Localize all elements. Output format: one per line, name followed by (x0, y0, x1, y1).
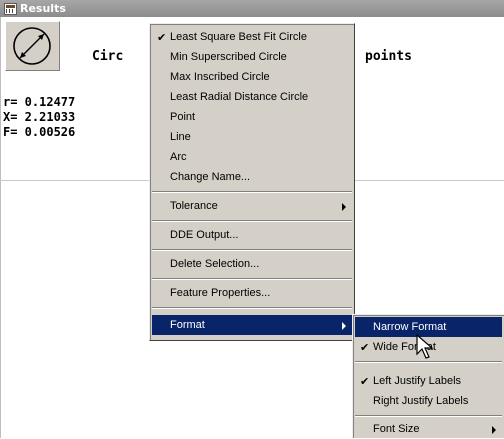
checkmark-icon: ✔ (360, 375, 370, 388)
menu-item-label: Font Size (373, 423, 420, 435)
submenu-item-right-justify-labels[interactable]: Right Justify Labels (355, 391, 502, 411)
menu-item-label: Tolerance (170, 200, 218, 212)
menu-item-line[interactable]: Line (152, 127, 352, 147)
menu-item-label: Max Inscribed Circle (170, 71, 270, 83)
context-menu: ✔ Least Square Best Fit Circle Min Super… (149, 23, 355, 341)
menu-item-label: Format (170, 319, 205, 331)
menu-item-label: Line (170, 131, 191, 143)
menu-item-format[interactable]: Format (152, 315, 352, 335)
menu-item-label: Point (170, 111, 196, 123)
format-submenu: Narrow Format ✔ Wide Format ✔ Left Justi… (352, 314, 504, 438)
menu-item-feature-properties[interactable]: Feature Properties... (152, 283, 352, 303)
menu-item-label: Least Radial Distance Circle (170, 91, 309, 103)
menu-item-point[interactable]: Point (152, 107, 352, 127)
circle-feature-icon[interactable] (5, 21, 60, 71)
x-value: X= 2.21033 (3, 110, 76, 124)
menu-item-arc[interactable]: Arc (152, 147, 352, 167)
radius-value: r= 0.12477 (3, 95, 76, 109)
window-titlebar[interactable]: Results (0, 0, 504, 17)
menu-separator (152, 191, 352, 193)
window-title: Results (20, 2, 66, 15)
menu-separator (152, 278, 352, 280)
form-value: F= 0.00526 (3, 125, 76, 139)
menu-item-max-inscribed-circle[interactable]: Max Inscribed Circle (152, 67, 352, 87)
mouse-pointer-icon (416, 334, 434, 359)
menu-item-label: DDE Output... (170, 229, 239, 241)
menu-separator (152, 307, 352, 309)
submenu-item-font-size[interactable]: Font Size (355, 419, 502, 439)
menu-item-label: Left Justify Labels (373, 375, 462, 387)
menu-item-label: Least Square Best Fit Circle (170, 31, 307, 43)
checkmark-icon: ✔ (157, 31, 167, 44)
submenu-arrow-icon (342, 203, 346, 211)
results-window-icon (4, 2, 17, 15)
feature-values: r= 0.12477 X= 2.21033 F= 0.00526 (3, 95, 75, 140)
menu-item-label: Delete Selection... (170, 258, 260, 270)
feature-name-text: Circ (92, 49, 124, 64)
submenu-item-left-justify-labels[interactable]: ✔ Left Justify Labels (355, 371, 502, 391)
menu-item-change-name[interactable]: Change Name... (152, 167, 352, 187)
checkmark-icon: ✔ (360, 341, 370, 354)
feature-points-text: points (365, 49, 412, 64)
menu-separator (355, 415, 502, 417)
menu-item-label: Feature Properties... (170, 287, 271, 299)
menu-item-label: Right Justify Labels (373, 395, 469, 407)
menu-separator (152, 220, 352, 222)
menu-item-dde-output[interactable]: DDE Output... (152, 225, 352, 245)
menu-item-least-square-best-fit-circle[interactable]: ✔ Least Square Best Fit Circle (152, 27, 352, 47)
menu-item-label: Narrow Format (373, 321, 447, 333)
menu-item-label: Change Name... (170, 171, 251, 183)
menu-separator (152, 249, 352, 251)
menu-item-min-superscribed-circle[interactable]: Min Superscribed Circle (152, 47, 352, 67)
menu-item-label: Arc (170, 151, 187, 163)
menu-item-least-radial-distance-circle[interactable]: Least Radial Distance Circle (152, 87, 352, 107)
submenu-arrow-icon (342, 322, 346, 330)
menu-item-delete-selection[interactable]: Delete Selection... (152, 254, 352, 274)
menu-item-tolerance[interactable]: Tolerance (152, 196, 352, 216)
menu-item-label: Min Superscribed Circle (170, 51, 287, 63)
submenu-arrow-icon (492, 426, 496, 434)
